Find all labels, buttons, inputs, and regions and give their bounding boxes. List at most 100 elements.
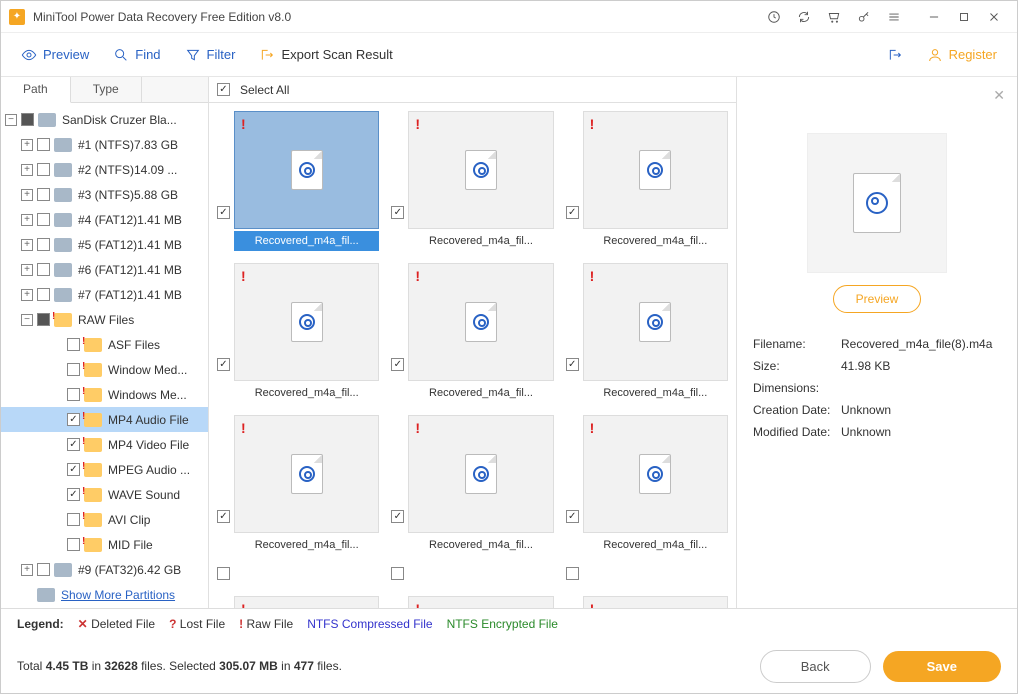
tree-partition[interactable]: +#2 (NTFS)14.09 ... (1, 157, 208, 182)
menu-icon[interactable] (879, 3, 909, 31)
file-thumbnail[interactable]: ! (234, 111, 379, 229)
show-more-link[interactable]: Show More Partitions (61, 583, 175, 607)
expand-icon[interactable]: + (21, 164, 33, 176)
file-thumbnail[interactable]: ! (583, 111, 728, 229)
register-button[interactable]: Register (927, 47, 997, 63)
file-cell[interactable]: !Recovered_m4a_fil... (566, 111, 728, 251)
file-checkbox[interactable] (217, 206, 230, 219)
checkbox[interactable] (37, 188, 50, 201)
checkbox[interactable] (37, 288, 50, 301)
file-cell[interactable]: !Recovered_m4a_fil... (217, 415, 379, 555)
tree-file-type[interactable]: Window Med... (1, 357, 208, 382)
file-checkbox[interactable] (217, 358, 230, 371)
checkbox[interactable] (67, 338, 80, 351)
file-thumbnail[interactable]: ! (583, 263, 728, 381)
expand-icon[interactable]: + (21, 264, 33, 276)
checkbox[interactable] (67, 488, 80, 501)
file-checkbox[interactable] (391, 510, 404, 523)
checkbox[interactable] (67, 538, 80, 551)
checkbox[interactable] (37, 163, 50, 176)
tree-partition[interactable]: +#1 (NTFS)7.83 GB (1, 132, 208, 157)
collapse-icon[interactable]: − (21, 314, 33, 326)
file-cell[interactable]: !Recovered_m4a_fil... (217, 263, 379, 403)
expand-icon[interactable]: + (21, 239, 33, 251)
checkbox[interactable] (67, 388, 80, 401)
preview-file-button[interactable]: Preview (833, 285, 922, 313)
file-thumbnail[interactable]: ! (234, 263, 379, 381)
checkbox[interactable] (67, 363, 80, 376)
key-icon[interactable] (849, 3, 879, 31)
tab-type[interactable]: Type (71, 77, 142, 102)
tree-partition[interactable]: +#6 (FAT12)1.41 MB (1, 257, 208, 282)
maximize-button[interactable] (949, 3, 979, 31)
checkbox[interactable] (21, 113, 34, 126)
checkbox[interactable] (37, 138, 50, 151)
tree-label: ASF Files (108, 338, 160, 352)
file-thumbnail[interactable]: ! (583, 415, 728, 533)
tree-raw-files[interactable]: − RAW Files (1, 307, 208, 332)
checkbox[interactable] (67, 413, 80, 426)
save-button[interactable]: Save (883, 651, 1001, 682)
tree-file-type[interactable]: MID File (1, 532, 208, 557)
file-cell[interactable]: !Recovered_m4a_fil... (217, 111, 379, 251)
file-cell[interactable]: !Recovered_m4a_fil... (566, 415, 728, 555)
tree-file-type[interactable]: AVI Clip (1, 507, 208, 532)
tree-file-type[interactable]: MP4 Audio File (1, 407, 208, 432)
tree-file-type[interactable]: ASF Files (1, 332, 208, 357)
select-all-checkbox[interactable] (217, 83, 230, 96)
file-thumbnail[interactable]: ! (408, 263, 553, 381)
checkbox[interactable] (37, 213, 50, 226)
file-thumbnail[interactable]: ! (234, 415, 379, 533)
file-checkbox[interactable] (566, 206, 579, 219)
file-cell[interactable]: !Recovered_m4a_fil... (566, 263, 728, 403)
tree-file-type[interactable]: MP4 Video File (1, 432, 208, 457)
expand-icon[interactable]: + (21, 564, 33, 576)
checkbox[interactable] (37, 263, 50, 276)
file-checkbox[interactable] (566, 358, 579, 371)
checkbox[interactable] (67, 463, 80, 476)
file-checkbox[interactable] (391, 358, 404, 371)
export-button[interactable]: Export Scan Result (259, 47, 392, 63)
tree-file-type[interactable]: Windows Me... (1, 382, 208, 407)
export-icon-button[interactable] (887, 47, 903, 63)
checkbox[interactable] (37, 313, 50, 326)
tab-path[interactable]: Path (1, 77, 71, 103)
tree-partition[interactable]: + #9 (FAT32)6.42 GB (1, 557, 208, 582)
collapse-icon[interactable]: − (5, 114, 17, 126)
expand-icon[interactable]: + (21, 139, 33, 151)
file-thumbnail[interactable]: ! (408, 415, 553, 533)
tree: − SanDisk Cruzer Bla... +#1 (NTFS)7.83 G… (1, 103, 208, 608)
checkbox[interactable] (37, 238, 50, 251)
expand-icon[interactable]: + (21, 189, 33, 201)
back-button[interactable]: Back (760, 650, 871, 683)
filter-button[interactable]: Filter (185, 47, 236, 63)
tree-file-type[interactable]: WAVE Sound (1, 482, 208, 507)
expand-icon[interactable]: + (21, 289, 33, 301)
file-checkbox[interactable] (391, 206, 404, 219)
close-preview-icon[interactable]: ✕ (993, 87, 1005, 104)
tree-file-type[interactable]: MPEG Audio ... (1, 457, 208, 482)
file-thumbnail[interactable]: ! (408, 111, 553, 229)
expand-icon[interactable]: + (21, 214, 33, 226)
checkbox[interactable] (67, 438, 80, 451)
file-checkbox[interactable] (566, 510, 579, 523)
find-button[interactable]: Find (113, 47, 160, 63)
refresh-icon[interactable] (789, 3, 819, 31)
footer: Total 4.45 TB in 32628 files. Selected 3… (1, 639, 1017, 693)
preview-button[interactable]: Preview (21, 47, 89, 63)
file-cell[interactable]: !Recovered_m4a_fil... (391, 263, 553, 403)
tree-root[interactable]: − SanDisk Cruzer Bla... (1, 107, 208, 132)
file-cell[interactable]: !Recovered_m4a_fil... (391, 415, 553, 555)
checkbox[interactable] (37, 563, 50, 576)
cart-icon[interactable] (819, 3, 849, 31)
file-checkbox[interactable] (217, 510, 230, 523)
tree-partition[interactable]: +#3 (NTFS)5.88 GB (1, 182, 208, 207)
tree-partition[interactable]: +#5 (FAT12)1.41 MB (1, 232, 208, 257)
file-cell[interactable]: !Recovered_m4a_fil... (391, 111, 553, 251)
tree-partition[interactable]: +#4 (FAT12)1.41 MB (1, 207, 208, 232)
checkbox[interactable] (67, 513, 80, 526)
close-button[interactable] (979, 3, 1009, 31)
minimize-button[interactable] (919, 3, 949, 31)
clock-icon[interactable] (759, 3, 789, 31)
tree-partition[interactable]: +#7 (FAT12)1.41 MB (1, 282, 208, 307)
